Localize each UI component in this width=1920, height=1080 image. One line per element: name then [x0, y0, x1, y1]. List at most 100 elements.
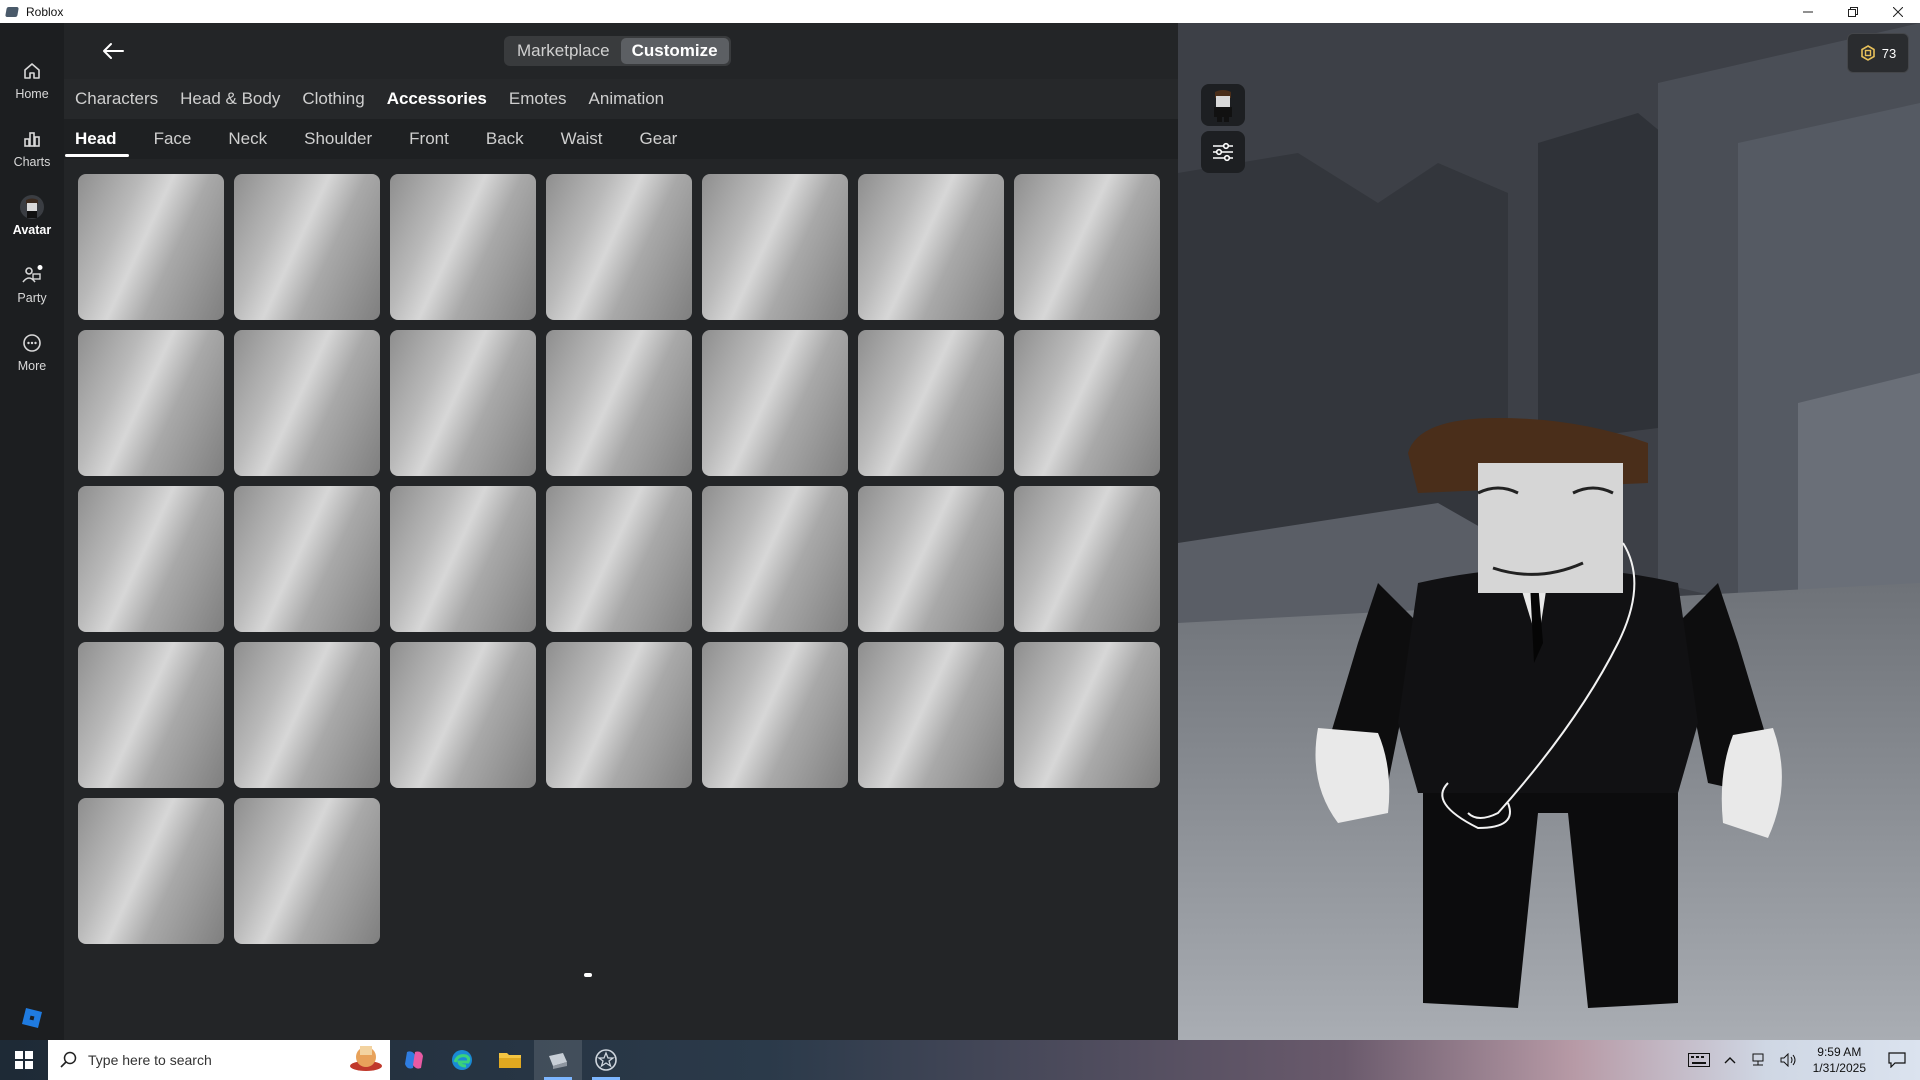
nav-item-party[interactable]: Party [0, 252, 64, 314]
close-button[interactable] [1875, 0, 1920, 23]
accessory-item-tile[interactable] [234, 174, 380, 320]
subtab-shoulder[interactable]: Shoulder [304, 119, 372, 159]
keyboard-layout-button[interactable] [1681, 1040, 1717, 1080]
accessory-item-tile[interactable] [858, 330, 1004, 476]
sliders-icon [1213, 142, 1233, 162]
title-bar: Roblox [0, 0, 1920, 23]
accessory-item-tile[interactable] [1014, 330, 1160, 476]
accessory-item-tile[interactable] [78, 486, 224, 632]
marketplace-tab[interactable]: Marketplace [506, 38, 621, 64]
notifications-button[interactable] [1874, 1040, 1920, 1080]
taskbar-roblox-studio[interactable] [582, 1040, 630, 1080]
roblox-app-icon [5, 6, 19, 17]
tab-animation[interactable]: Animation [589, 89, 665, 109]
customize-tab[interactable]: Customize [620, 38, 729, 64]
nav-label-home: Home [15, 86, 49, 101]
roblox-taskbar-icon [549, 1053, 567, 1069]
nav-item-avatar[interactable]: Avatar [0, 184, 64, 246]
taskbar-search-box[interactable]: Type here to search [48, 1040, 390, 1080]
accessory-item-tile[interactable] [234, 486, 380, 632]
accessory-item-tile[interactable] [390, 174, 536, 320]
tab-head-body[interactable]: Head & Body [180, 89, 280, 109]
accessory-item-tile[interactable] [858, 642, 1004, 788]
chevron-up-icon [1724, 1057, 1736, 1064]
subtab-back[interactable]: Back [486, 119, 524, 159]
accessory-item-tile[interactable] [702, 486, 848, 632]
start-button[interactable] [0, 1040, 48, 1080]
back-button[interactable] [98, 39, 128, 63]
taskbar-clock[interactable]: 9:59 AM 1/31/2025 [1805, 1044, 1874, 1076]
subtab-waist[interactable]: Waist [561, 119, 603, 159]
nav-label-charts: Charts [13, 154, 51, 169]
tab-characters[interactable]: Characters [75, 89, 158, 109]
minimize-button[interactable] [1785, 0, 1830, 23]
avatar-viewport[interactable]: 73 [1178, 23, 1920, 1040]
accessory-item-tile[interactable] [546, 486, 692, 632]
avatar-icon [19, 194, 45, 220]
subtab-front[interactable]: Front [409, 119, 449, 159]
notification-icon [1888, 1052, 1906, 1068]
network-button[interactable] [1743, 1040, 1773, 1080]
robux-balance-button[interactable]: 73 [1847, 33, 1909, 73]
subcategory-tabs: Head Face Neck Shoulder Front Back Waist… [64, 119, 1178, 159]
window-title: Roblox [26, 4, 64, 19]
subtab-face[interactable]: Face [154, 119, 192, 159]
accessory-item-tile[interactable] [546, 174, 692, 320]
accessory-item-tile[interactable] [390, 486, 536, 632]
avatar-editor-panel: Marketplace Customize Characters Head & … [64, 23, 1178, 1040]
accessory-item-tile[interactable] [1014, 642, 1160, 788]
show-hidden-icons-button[interactable] [1717, 1040, 1743, 1080]
charts-icon [22, 126, 42, 152]
accessory-item-tile[interactable] [78, 174, 224, 320]
tab-clothing[interactable]: Clothing [302, 89, 364, 109]
tab-emotes[interactable]: Emotes [509, 89, 567, 109]
network-icon [1752, 1053, 1764, 1066]
avatar-thumbnail-icon [1214, 90, 1232, 122]
nav-label-more: More [17, 358, 47, 373]
accessory-item-tile[interactable] [858, 174, 1004, 320]
accessory-item-tile[interactable] [78, 330, 224, 476]
accessory-item-tile[interactable] [234, 330, 380, 476]
nav-label-party: Party [17, 290, 47, 305]
search-icon [60, 1051, 77, 1068]
tab-accessories[interactable]: Accessories [387, 89, 487, 109]
keyboard-icon [1687, 1053, 1710, 1067]
accessory-item-tile[interactable] [1014, 174, 1160, 320]
speaker-icon [1780, 1053, 1796, 1067]
accessory-item-tile[interactable] [390, 330, 536, 476]
accessory-item-tile[interactable] [702, 174, 848, 320]
accessory-item-tile[interactable] [702, 330, 848, 476]
accessory-item-tile[interactable] [546, 330, 692, 476]
restore-button[interactable] [1830, 0, 1875, 23]
adjust-settings-button[interactable] [1201, 131, 1245, 173]
clock-date: 1/31/2025 [1812, 1061, 1866, 1075]
taskbar-copilot[interactable] [390, 1040, 438, 1080]
taskbar-file-explorer[interactable] [486, 1040, 534, 1080]
home-icon [22, 58, 42, 84]
left-nav: Home Charts Avatar Party More [0, 23, 64, 1040]
nav-item-home[interactable]: Home [0, 48, 64, 110]
accessory-item-tile[interactable] [1014, 486, 1160, 632]
accessory-item-tile[interactable] [858, 486, 1004, 632]
close-icon [1892, 6, 1903, 17]
accessory-item-tile[interactable] [390, 642, 536, 788]
accessory-item-tile[interactable] [234, 642, 380, 788]
volume-button[interactable] [1773, 1040, 1805, 1080]
accessory-item-tile[interactable] [78, 798, 224, 944]
accessory-item-tile[interactable] [702, 642, 848, 788]
avatar-preview-button[interactable] [1201, 84, 1245, 126]
windows-taskbar: Type here to search 9:59 AM 1/31/2025 [0, 1040, 1920, 1080]
accessory-item-tile[interactable] [546, 642, 692, 788]
roblox-logo-icon[interactable] [21, 1007, 43, 1029]
subtab-gear[interactable]: Gear [640, 119, 678, 159]
taskbar-edge[interactable] [438, 1040, 486, 1080]
nav-item-more[interactable]: More [0, 320, 64, 382]
accessory-item-tile[interactable] [78, 642, 224, 788]
taskbar-roblox[interactable] [534, 1040, 582, 1080]
subtab-neck[interactable]: Neck [228, 119, 267, 159]
accessory-item-tile[interactable] [234, 798, 380, 944]
top-bar: Marketplace Customize [64, 23, 1178, 79]
subtab-head[interactable]: Head [65, 119, 129, 159]
minimize-icon [1802, 11, 1813, 12]
nav-item-charts[interactable]: Charts [0, 116, 64, 178]
